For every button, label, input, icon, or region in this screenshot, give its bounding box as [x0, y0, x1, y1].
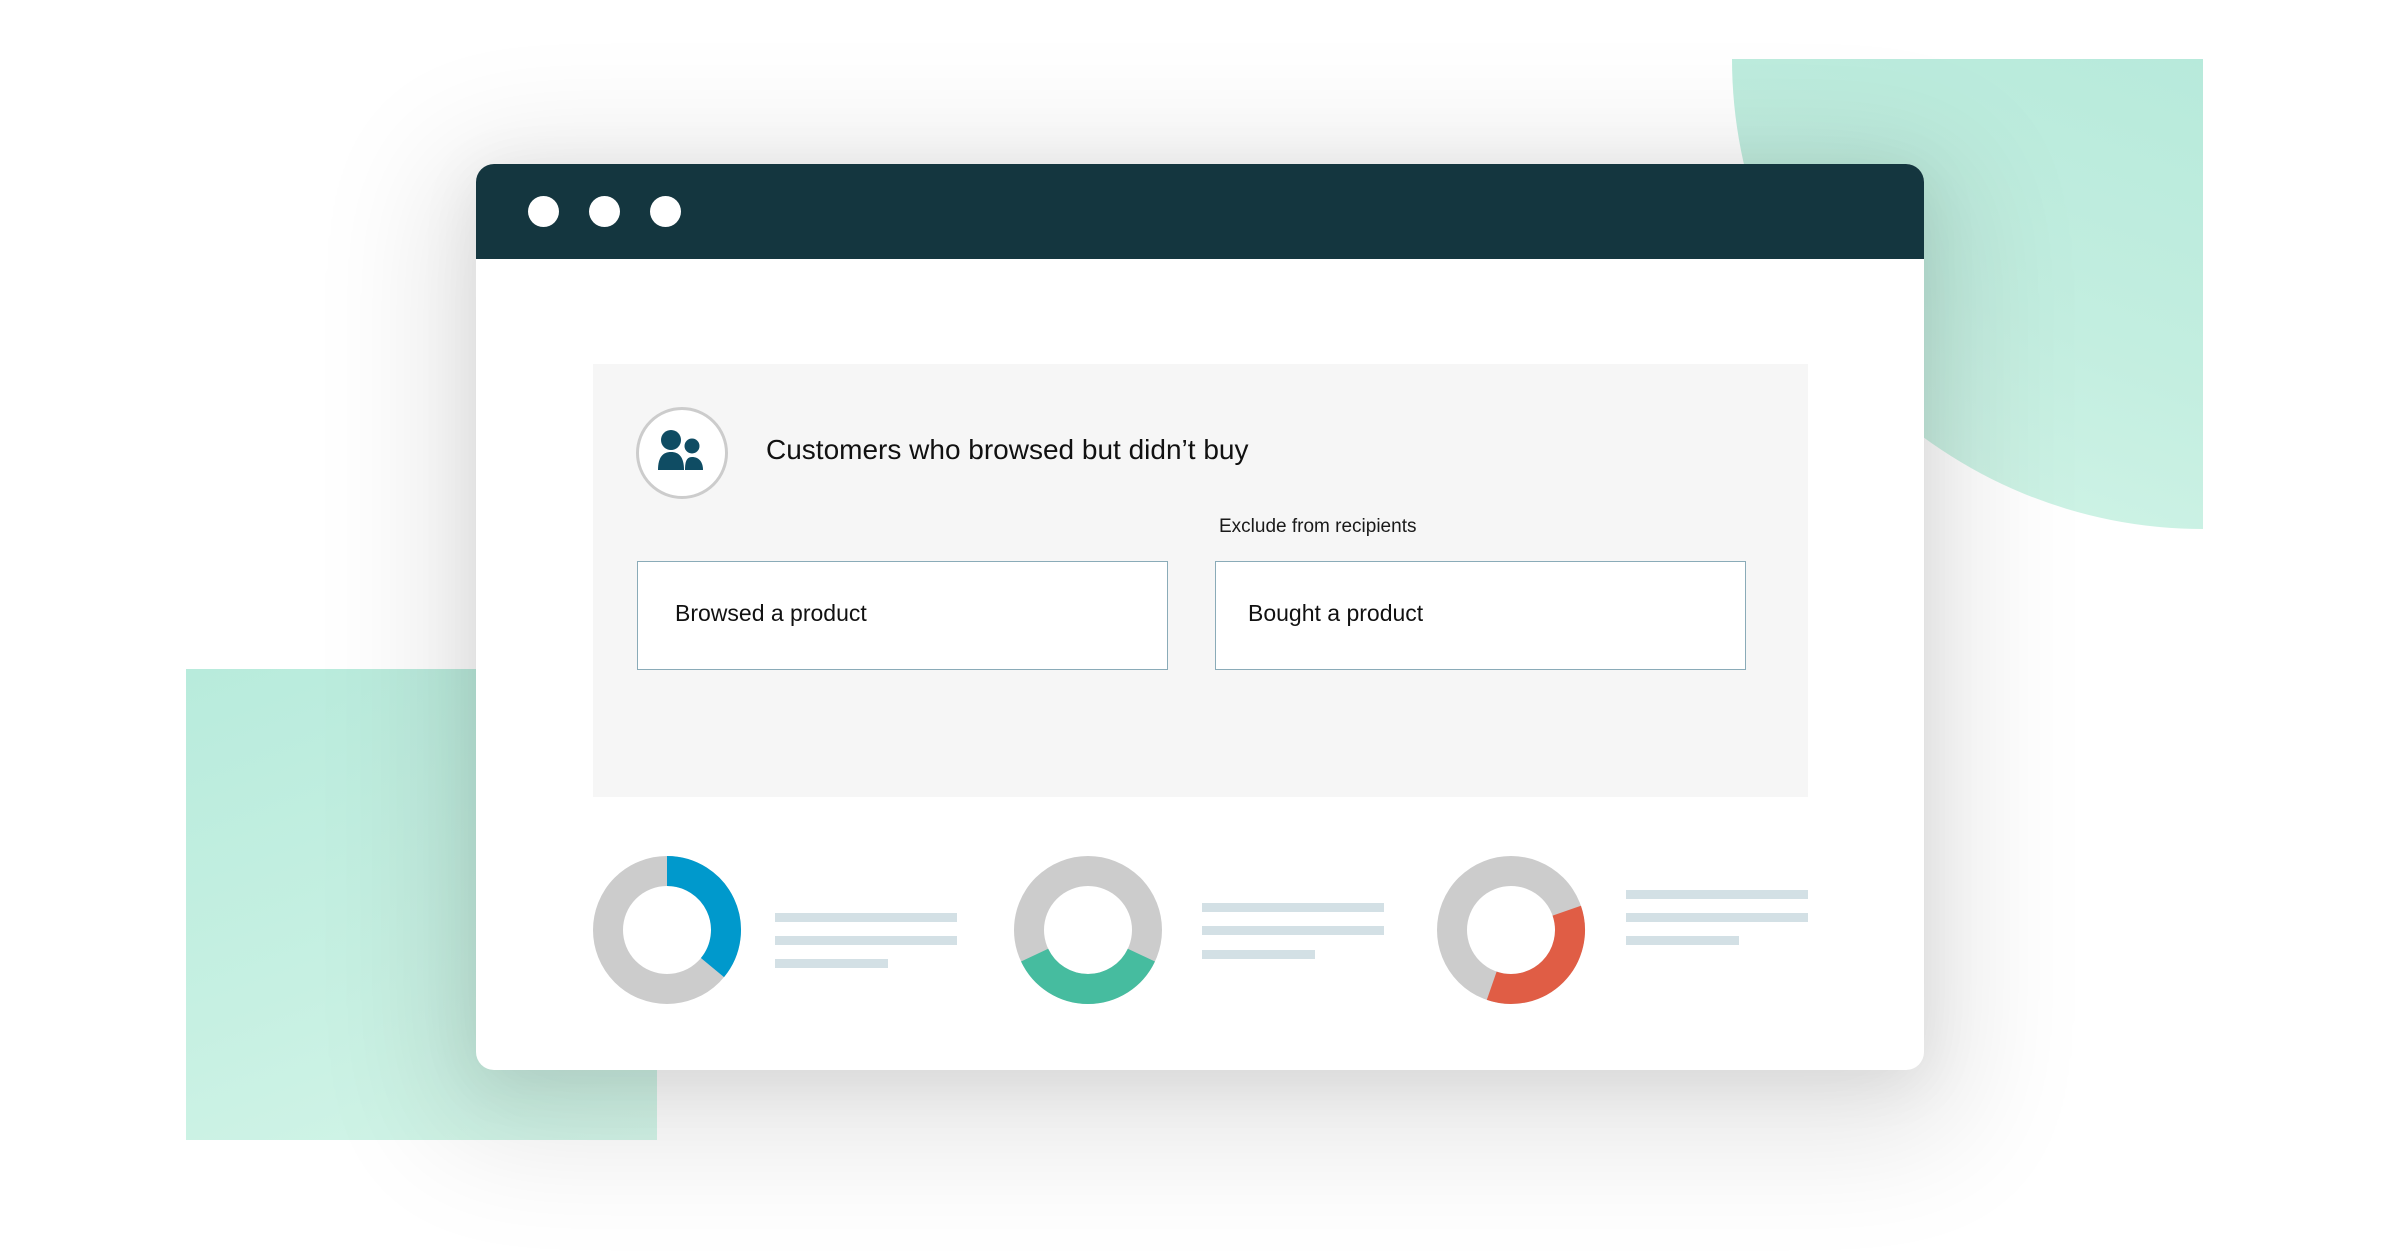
stat-placeholder-line [775, 913, 957, 922]
stat-placeholder-line [775, 936, 957, 945]
segment-title: Customers who browsed but didn’t buy [766, 434, 1249, 465]
green-donut-track [1014, 856, 1162, 1004]
include-condition-text: Browsed a product [675, 600, 867, 626]
include-condition-box[interactable]: Browsed a product [637, 561, 1168, 670]
red-donut-track [1437, 856, 1585, 1004]
stat-placeholder-line [1626, 936, 1739, 945]
segment-avatar [636, 407, 728, 499]
exclude-label: Exclude from recipients [1219, 516, 1417, 537]
window-dot-minimize[interactable] [589, 196, 620, 227]
window-dot-maximize[interactable] [650, 196, 681, 227]
app-window: Customers who browsed but didn’t buy Exc… [476, 164, 1924, 1070]
blue-donut-segment [666, 856, 741, 978]
stat-placeholder-line [1202, 950, 1315, 959]
exclude-condition-text: Bought a product [1248, 600, 1424, 626]
green-donut-segment [1021, 948, 1155, 1004]
window-dot-close[interactable] [528, 196, 559, 227]
stat-placeholder-line [1202, 903, 1384, 912]
stat-placeholder-line [1626, 890, 1808, 899]
stat-placeholder-line [775, 959, 888, 968]
stat-placeholder-line [1626, 913, 1808, 922]
exclude-condition-box[interactable]: Bought a product [1215, 561, 1746, 670]
stat-placeholder-line [1202, 926, 1384, 935]
window-titlebar [476, 164, 1924, 259]
red-donut-segment [1486, 905, 1585, 1004]
users-icon [658, 430, 703, 470]
blue-donut-track [593, 856, 741, 1004]
segment-panel: Customers who browsed but didn’t buy Exc… [593, 364, 1808, 797]
